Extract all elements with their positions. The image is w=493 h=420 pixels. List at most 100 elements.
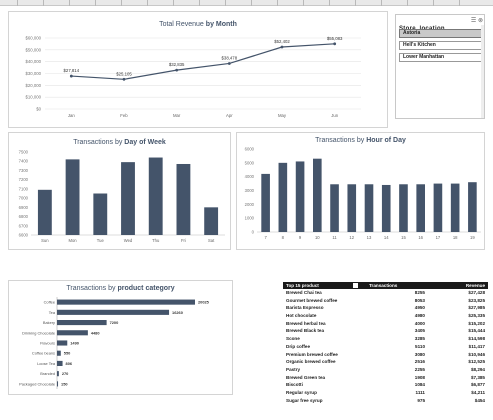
bar <box>37 189 52 235</box>
table-row: Gourmet brewed coffee 8053 $23,825 <box>283 297 488 305</box>
x-tick-label: 7 <box>264 235 267 240</box>
data-label: $25,105 <box>116 71 132 76</box>
x-tick-label: Sun <box>41 238 49 243</box>
revenue-cell: $11,417 <box>468 343 485 349</box>
data-label: 4480 <box>91 330 100 335</box>
transactions-cell: 1908 <box>414 374 425 380</box>
transactions-by-day-chart[interactable]: Transactions by Day of Week 6600 6700 6800… <box>8 132 231 250</box>
slicer-scrollbar[interactable] <box>481 25 484 118</box>
x-tick-label: Mar <box>173 113 181 118</box>
column-header-revenue[interactable]: Revenue <box>466 283 485 288</box>
bar <box>57 299 195 305</box>
product-cell: Brewed Chai tea <box>286 290 322 295</box>
category-label: Drinking Chocolate <box>22 330 55 335</box>
bar <box>57 350 61 356</box>
x-tick-label: Feb <box>120 113 128 118</box>
column-header-product[interactable]: Top 15 product <box>286 283 319 288</box>
bar <box>399 184 408 232</box>
hour-bar-plot: 0 1000 2000 3000 4000 5000 6000 7 8 9 10 11 12 13 14 15… <box>245 147 481 240</box>
data-point <box>122 77 126 81</box>
x-tick-label: May <box>278 113 287 118</box>
table-row: Scone 3285 $14,598 <box>283 335 488 343</box>
x-tick-label: Jun <box>331 113 339 118</box>
x-tick-label: 17 <box>436 235 441 240</box>
y-tick-label: 6800 <box>19 214 29 219</box>
store-location-slicer[interactable]: Store_location ☰ ⊗ Astoria Hell's Kitche… <box>395 14 485 119</box>
y-tick-label: 3000 <box>245 188 255 193</box>
data-label: 270 <box>62 371 68 376</box>
column-header-strip <box>0 0 493 6</box>
data-label: $32,835 <box>169 62 185 67</box>
transactions-by-hour-chart[interactable]: Transactions by Hour of Day 0 1000 2000 300… <box>236 132 485 250</box>
column-header-transactions[interactable]: Transactions <box>369 283 397 288</box>
bar <box>65 159 80 235</box>
bar <box>57 381 59 387</box>
filter-dropdown-icon[interactable] <box>353 283 358 288</box>
bar <box>57 330 88 336</box>
data-label: 16260 <box>172 310 183 315</box>
y-tick-label: 5000 <box>245 160 255 165</box>
slicer-item-lower-manhattan[interactable]: Lower Manhattan <box>399 53 482 62</box>
y-tick-label: 1000 <box>245 216 255 221</box>
revenue-cell: $27,428 <box>468 290 485 295</box>
x-tick-label: 13 <box>367 235 372 240</box>
bar <box>204 207 219 235</box>
data-point <box>280 45 284 49</box>
data-label: $55,083 <box>327 36 343 41</box>
multi-select-icon[interactable]: ☰ <box>471 18 476 24</box>
data-point <box>227 62 231 65</box>
table-row: Barista Espresso 4950 $27,985 <box>283 304 488 312</box>
data-point <box>175 68 179 72</box>
data-label: $52,402 <box>274 39 290 44</box>
x-tick-label: 8 <box>282 235 285 240</box>
bar <box>93 193 108 235</box>
bar <box>433 183 443 232</box>
category-label: Packaged Chocolate <box>19 381 55 386</box>
category-label: Tea <box>49 310 56 315</box>
table-row: Brewed Chai tea 8255 $27,428 <box>283 289 488 297</box>
product-cell: Brewed Black tea <box>286 328 325 334</box>
clear-filter-icon[interactable]: ⊗ <box>478 18 483 24</box>
bar <box>313 158 322 232</box>
product-cell: Organic brewed coffee <box>286 359 336 365</box>
y-tick-label: 7000 <box>19 196 29 201</box>
bar <box>57 309 170 315</box>
slicer-item-hells-kitchen[interactable]: Hell's Kitchen <box>399 41 482 50</box>
y-tick-label: $20,000 <box>25 83 41 88</box>
x-tick-label: 9 <box>299 235 302 240</box>
transactions-cell: 5110 <box>415 343 425 349</box>
x-tick-label: 18 <box>453 235 458 240</box>
revenue-cell: $454 <box>474 397 485 403</box>
bar <box>57 360 63 366</box>
transactions-cell: 4950 <box>414 305 425 311</box>
revenue-cell: $10,946 <box>468 351 485 357</box>
product-cell: Barista Espresso <box>286 305 324 311</box>
bar <box>364 184 374 232</box>
x-tick-label: 10 <box>315 235 320 240</box>
product-cell: Hot chocolate <box>286 313 317 319</box>
product-cell: Premium brewed coffee <box>286 351 338 357</box>
product-cell: Sugar free syrup <box>286 397 323 403</box>
slicer-item-astoria[interactable]: Astoria <box>399 29 482 38</box>
transactions-cell: 1084 <box>414 382 425 388</box>
revenue-cell: $7,385 <box>470 374 485 380</box>
category-bar-plot: Coffee 20025 Tea 16260 Bakery 7200 Drinking Ch… <box>19 297 210 389</box>
x-tick-label: Jan <box>68 113 76 118</box>
bar <box>176 163 191 235</box>
bar <box>347 184 357 232</box>
revenue-by-month-chart[interactable]: Total Revenue by Month $0 $10,000 $20,000 $… <box>8 11 388 128</box>
category-label: Coffee <box>44 300 55 305</box>
table-row: Sugar free syrup 975 $454 <box>283 397 488 405</box>
x-tick-label: Thu <box>152 238 160 243</box>
y-tick-label: $40,000 <box>25 59 41 64</box>
data-label: $27,814 <box>64 68 80 73</box>
product-cell: Biscotti <box>286 382 303 388</box>
transactions-cell: 1111 <box>415 389 425 395</box>
transactions-by-category-chart[interactable]: Transactions by product category Coffee 2… <box>8 280 233 395</box>
y-tick-label: 2000 <box>245 202 255 207</box>
y-tick-label: 0 <box>252 230 255 235</box>
bar <box>57 320 107 326</box>
slicer-header: Store_location ☰ ⊗ <box>399 17 483 32</box>
top-products-table: Top 15 product Transactions Revenue Brew… <box>283 282 488 404</box>
bar <box>468 182 477 232</box>
